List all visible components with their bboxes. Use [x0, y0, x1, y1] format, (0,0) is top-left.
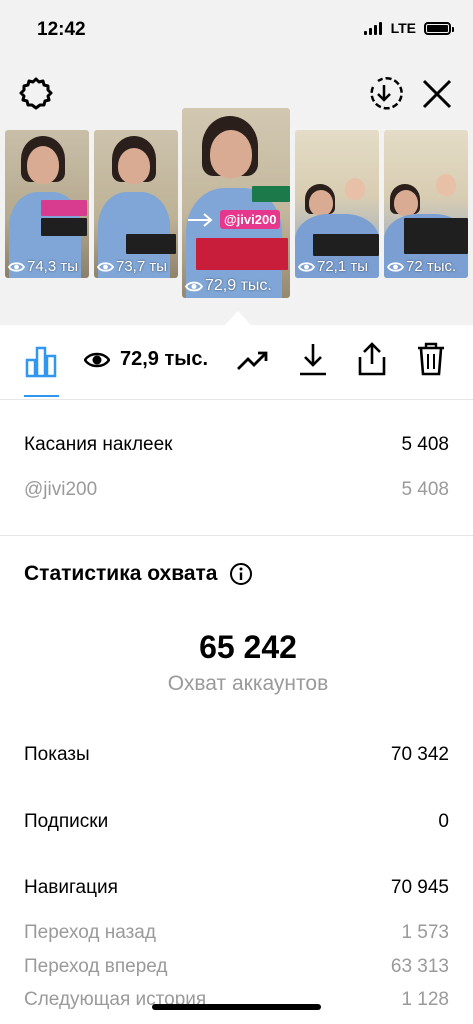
- follows-label: Подписки: [24, 811, 109, 832]
- follows-value: 0: [438, 811, 449, 832]
- status-indicators: LTE: [363, 20, 454, 36]
- story-views: 72 тыс.: [387, 258, 456, 275]
- eye-icon: [84, 352, 110, 367]
- trash-icon: [418, 342, 444, 376]
- story-views: 72,1 ты: [298, 258, 368, 275]
- download-button[interactable]: [298, 341, 328, 377]
- sticker-mention-row: @jivi200 5 408: [24, 479, 449, 501]
- tab-viewers[interactable]: 72,9 тыс.: [84, 348, 208, 371]
- story-views: 74,3 ты: [8, 258, 78, 275]
- share-button[interactable]: [356, 341, 388, 377]
- story-thumbnail[interactable]: 73,7 ты: [94, 130, 178, 278]
- viewers-count: 72,9 тыс.: [120, 348, 209, 370]
- impressions-value: 70 342: [390, 744, 449, 765]
- selection-pointer: [225, 311, 251, 325]
- stats-toolbar: 72,9 тыс.: [0, 325, 473, 400]
- mention-sticker: @jivi200: [220, 210, 281, 229]
- impressions-label: Показы: [24, 744, 90, 765]
- back-label: Переход назад: [24, 922, 156, 943]
- tab-insights[interactable]: [25, 344, 59, 378]
- active-tab-indicator: [24, 395, 59, 397]
- bar-chart-icon: [25, 346, 57, 378]
- eye-icon: [8, 261, 25, 272]
- battery-icon: [424, 21, 454, 35]
- next-story-value: 1 128: [401, 989, 449, 1010]
- trend-up-icon: [237, 351, 268, 370]
- forward-value: 63 313: [390, 956, 449, 977]
- reach-title: Статистика охвата: [24, 562, 218, 585]
- story-thumbnail[interactable]: 72 тыс.: [384, 130, 468, 278]
- network-label: LTE: [390, 20, 416, 36]
- forward-row: Переход вперед 63 313: [24, 956, 449, 978]
- home-indicator[interactable]: [152, 1004, 321, 1010]
- story-thumbnail[interactable]: 74,3 ты: [5, 130, 89, 278]
- sticker-mention-label: @jivi200: [24, 479, 98, 500]
- story-thumbnail-selected[interactable]: @jivi200 72,9 тыс.: [182, 108, 290, 298]
- follows-row: Подписки 0: [24, 811, 449, 833]
- close-icon[interactable]: [417, 74, 457, 114]
- accounts-reached-value: 65 242: [199, 629, 297, 665]
- gear-icon[interactable]: [16, 74, 56, 114]
- back-value: 1 573: [401, 922, 449, 943]
- eye-icon: [387, 261, 404, 272]
- story-views: 73,7 ты: [97, 258, 167, 275]
- navigation-row: Навигация 70 945: [24, 877, 449, 899]
- accounts-reached-label: Охват аккаунтов: [167, 672, 329, 695]
- section-divider: [0, 535, 473, 536]
- arrow-right-icon: [188, 213, 213, 227]
- navigation-value: 70 945: [390, 877, 449, 898]
- delete-button[interactable]: [416, 341, 446, 377]
- sticker-mention-value: 5 408: [401, 479, 449, 500]
- promote-button[interactable]: [236, 349, 270, 371]
- info-icon[interactable]: [229, 562, 253, 586]
- story-views: 72,9 тыс.: [185, 277, 272, 295]
- sticker-taps-value: 5 408: [401, 434, 449, 455]
- sticker-taps-label: Касания наклеек: [24, 434, 173, 455]
- story-thumbnail[interactable]: 72,1 ты: [295, 130, 379, 278]
- status-bar: 12:42 LTE: [0, 0, 473, 60]
- download-circle-icon[interactable]: [364, 74, 404, 114]
- impressions-row: Показы 70 342: [24, 744, 449, 766]
- download-icon: [300, 344, 326, 376]
- back-row: Переход назад 1 573: [24, 922, 449, 944]
- forward-label: Переход вперед: [24, 956, 168, 977]
- share-icon: [358, 342, 386, 376]
- navigation-label: Навигация: [24, 877, 118, 898]
- reach-section-title: Статистика охвата: [24, 562, 253, 586]
- status-time: 12:42: [37, 19, 86, 40]
- signal-icon: [363, 21, 382, 35]
- eye-icon: [298, 261, 315, 272]
- eye-icon: [97, 261, 114, 272]
- eye-icon: [185, 281, 203, 291]
- sticker-taps-row: Касания наклеек 5 408: [24, 434, 449, 456]
